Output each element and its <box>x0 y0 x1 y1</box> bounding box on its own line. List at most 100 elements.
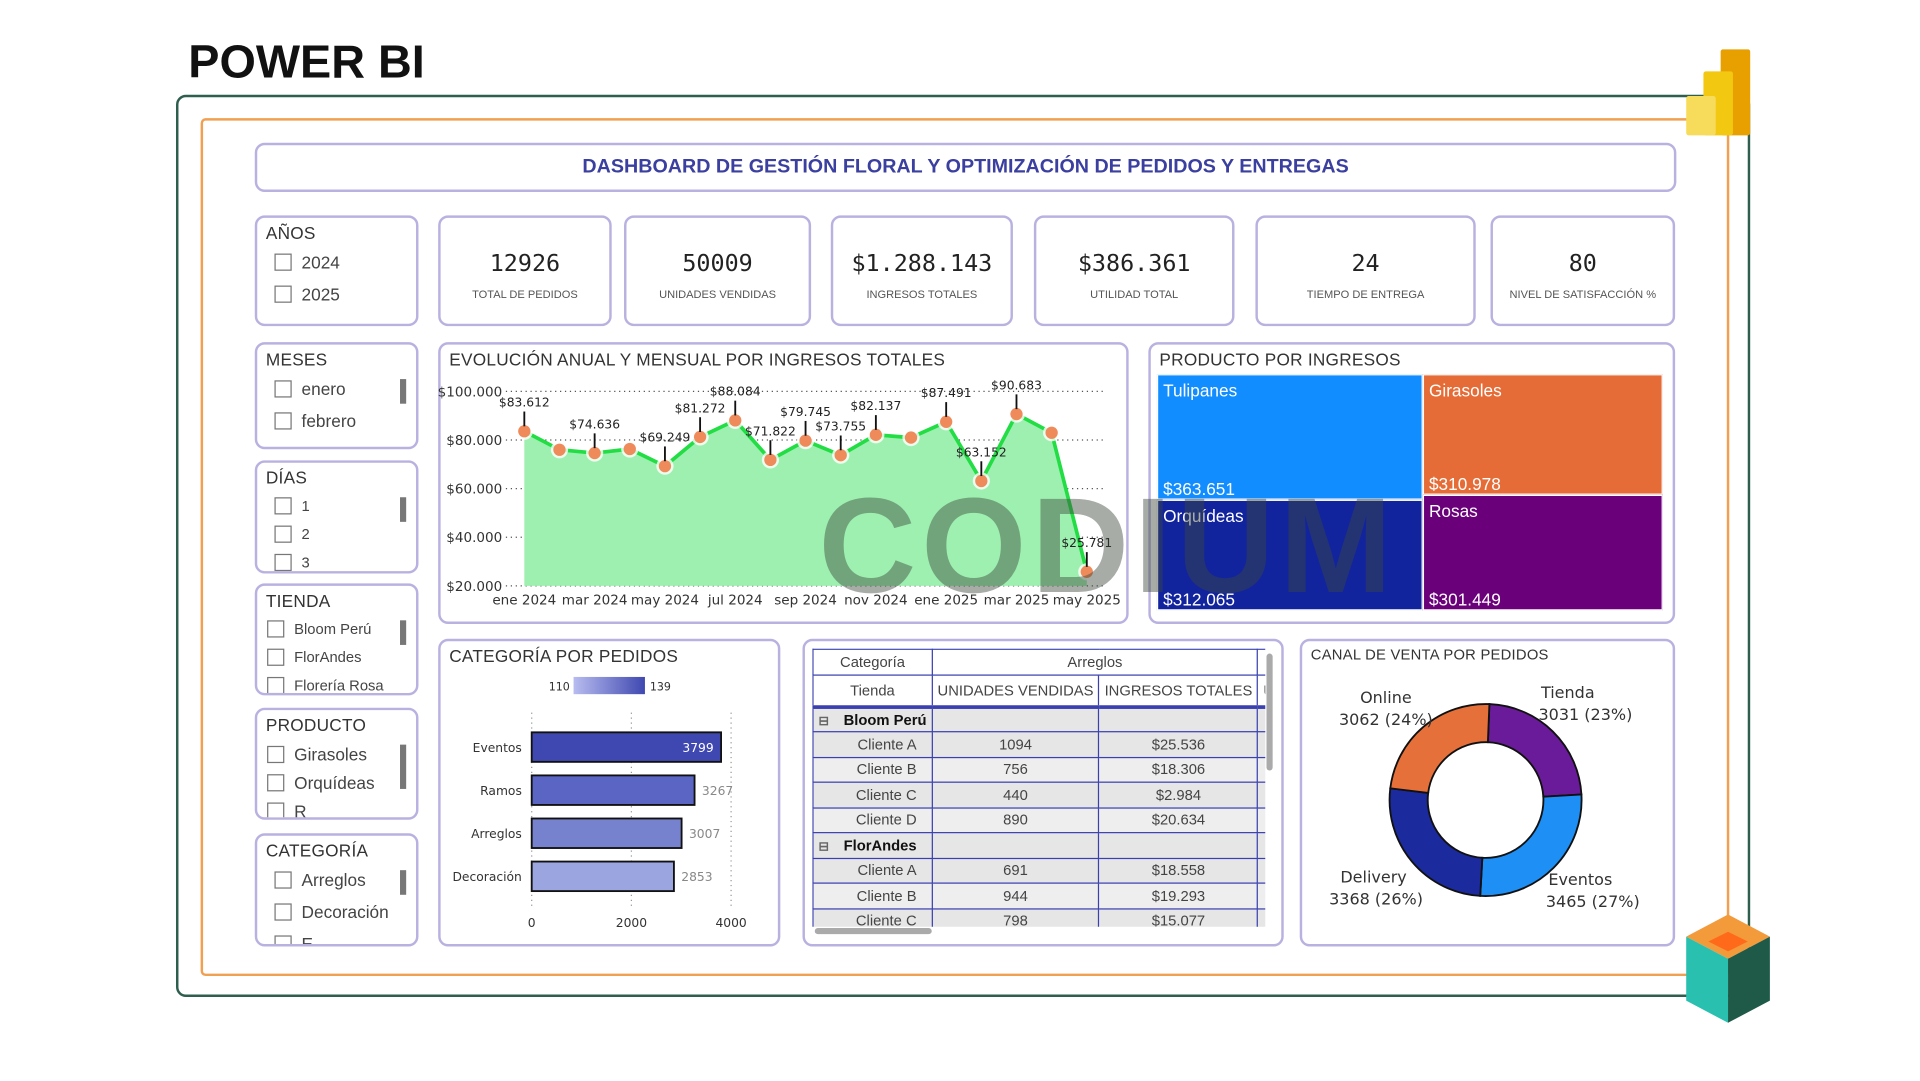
category-label: Decoración <box>452 870 521 884</box>
data-point[interactable] <box>588 446 601 460</box>
treemap-tile[interactable]: Girasoles $310.978 <box>1422 374 1663 495</box>
checkbox[interactable] <box>267 648 285 666</box>
powerbi-logo-icon <box>1686 49 1751 136</box>
checkbox[interactable] <box>274 380 292 398</box>
slicer-scrollbar[interactable] <box>400 379 407 404</box>
table-row[interactable]: Cliente B 944 $19.293 <box>812 882 1266 909</box>
data-label: $87.491 <box>921 386 972 400</box>
slicer-scrollbar[interactable] <box>400 620 407 645</box>
checkbox[interactable] <box>274 253 292 271</box>
header-cell[interactable]: Categoría <box>812 648 933 676</box>
horizontal-scrollbar[interactable] <box>814 928 932 935</box>
value-cell: $2.984 <box>1098 781 1259 809</box>
treemap-tile[interactable]: Rosas $301.449 <box>1422 494 1663 611</box>
data-point[interactable] <box>834 449 847 462</box>
bar[interactable] <box>530 860 675 893</box>
table-row[interactable]: Cliente D 890 $20.634 <box>812 806 1266 834</box>
table-row[interactable]: Cliente B 756 $18.306 <box>812 756 1266 783</box>
slice-category-label: Eventos <box>1548 870 1612 889</box>
data-point[interactable] <box>658 459 672 473</box>
slicer-title: DÍAS <box>265 467 308 488</box>
collapse-icon[interactable]: ⊟ <box>818 840 828 854</box>
checkbox[interactable] <box>267 774 285 792</box>
slice-value-label: 3465 (27%) <box>1546 892 1640 911</box>
column-header[interactable]: U <box>1257 673 1266 709</box>
checkbox[interactable] <box>267 620 285 638</box>
data-label: $25.781 <box>1061 536 1112 550</box>
slicer-1: MESES enero febrero <box>254 342 419 450</box>
header-cell[interactable]: Arreglos <box>931 648 1259 676</box>
data-point[interactable] <box>553 443 566 456</box>
checkbox[interactable] <box>274 553 292 572</box>
slicer-scrollbar[interactable] <box>400 497 407 522</box>
vertical-scrollbar[interactable] <box>1266 653 1273 771</box>
data-point[interactable] <box>1010 407 1023 421</box>
data-label: 3007 <box>689 827 720 841</box>
slicer-option[interactable]: Decoración <box>274 902 389 922</box>
checkbox[interactable] <box>274 903 292 921</box>
table-row[interactable]: Cliente C 440 $2.984 <box>812 781 1266 809</box>
x-tick-label: 0 <box>528 916 536 930</box>
checkbox[interactable] <box>274 525 292 543</box>
slicer-scrollbar[interactable] <box>400 744 407 789</box>
slicer-option[interactable]: E <box>274 934 313 945</box>
data-point[interactable] <box>940 415 953 428</box>
slicer-option[interactable]: 3 <box>274 553 310 572</box>
checkbox[interactable] <box>267 745 285 764</box>
slicer-option[interactable]: 2024 <box>274 252 340 272</box>
group-row[interactable]: ⊟ Bloom Perú <box>812 705 1266 733</box>
checkbox[interactable] <box>274 497 292 515</box>
data-point[interactable] <box>904 431 918 444</box>
group-cell[interactable]: ⊟ Bloom Perú <box>812 705 933 733</box>
data-point[interactable] <box>693 430 707 444</box>
bar[interactable] <box>530 817 683 849</box>
data-point[interactable] <box>1045 426 1058 439</box>
matrix-table: Categoría Arreglos Tienda UNIDADES VENDIDAS… <box>812 648 1266 927</box>
column-header[interactable]: INGRESOS TOTALES <box>1098 673 1259 709</box>
slicer-option[interactable]: febrero <box>274 411 356 431</box>
slicer-option[interactable]: FlorAndes <box>267 648 361 666</box>
table-row[interactable]: Cliente A 1094 $25.536 <box>812 731 1266 758</box>
data-label: $73.755 <box>815 420 866 434</box>
slicer-option[interactable]: Arreglos <box>274 870 366 890</box>
slicer-option[interactable]: Orquídeas <box>267 773 375 793</box>
data-point[interactable] <box>799 434 812 447</box>
column-header[interactable]: Tienda <box>812 673 933 709</box>
slicer-option[interactable]: 2025 <box>274 284 340 304</box>
data-point[interactable] <box>1080 565 1093 578</box>
data-point[interactable] <box>729 414 742 427</box>
slicer-option[interactable]: 2 <box>274 525 310 543</box>
slicer-option[interactable]: enero <box>274 379 346 399</box>
checkbox[interactable] <box>267 676 285 693</box>
checkbox[interactable] <box>267 802 285 818</box>
data-point[interactable] <box>975 474 988 488</box>
data-point[interactable] <box>623 442 636 456</box>
collapse-icon[interactable]: ⊟ <box>818 715 828 729</box>
slicer-option[interactable]: 1 <box>274 497 310 515</box>
treemap-tile[interactable]: Tulipanes $363.651 <box>1156 374 1423 500</box>
group-row[interactable]: ⊟ FlorAndes <box>812 832 1266 859</box>
slicer-option[interactable]: Florería Rosa <box>267 676 384 693</box>
data-point[interactable] <box>764 453 777 467</box>
slicer-title: MESES <box>265 349 328 370</box>
slicer-option[interactable]: Girasoles <box>267 745 367 764</box>
table-row[interactable]: Cliente A 691 $18.558 <box>812 857 1266 884</box>
color-scale-legend <box>573 676 645 695</box>
checkbox[interactable] <box>274 871 292 889</box>
slicer-option[interactable]: R <box>267 801 307 818</box>
column-header[interactable]: UNIDADES VENDIDAS <box>931 673 1100 709</box>
checkbox[interactable] <box>274 285 292 303</box>
data-point[interactable] <box>518 425 531 438</box>
slicer-scrollbar[interactable] <box>400 870 407 895</box>
treemap-tile[interactable]: Orquídeas $312.065 <box>1156 499 1423 611</box>
checkbox[interactable] <box>274 412 292 430</box>
category-label: Ramos <box>480 784 522 798</box>
data-point[interactable] <box>869 428 883 441</box>
value-cell: 691 <box>931 857 1100 884</box>
slicer-option[interactable]: Bloom Perú <box>267 620 371 638</box>
bar[interactable] <box>530 774 696 806</box>
client-cell: Cliente C <box>812 781 933 809</box>
table-row[interactable]: Cliente C 798 $15.077 <box>812 907 1266 927</box>
checkbox[interactable] <box>274 935 292 945</box>
group-cell[interactable]: ⊟ FlorAndes <box>812 832 933 859</box>
